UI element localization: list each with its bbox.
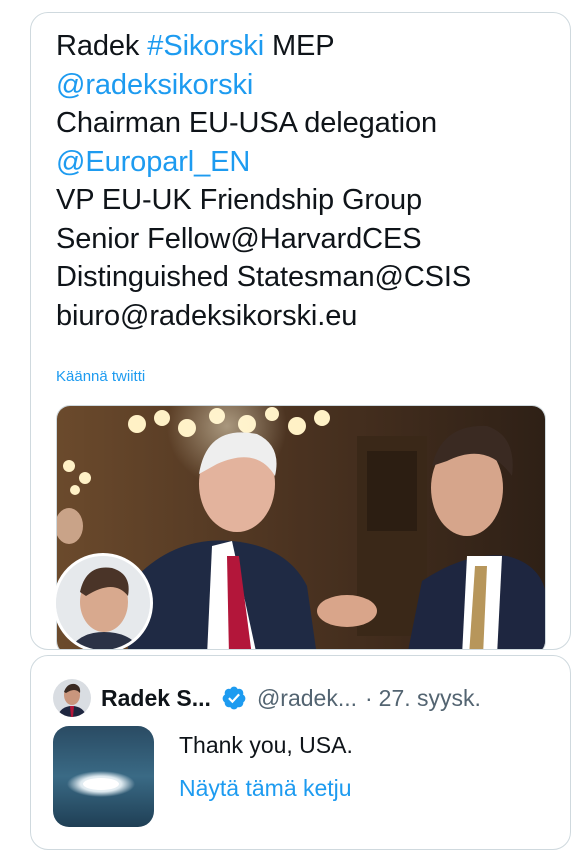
bio-statesman-line: Distinguished Statesman@CSIS xyxy=(56,261,472,293)
main-tweet-card[interactable]: Radek #Sikorski MEP @radeksikorski Chair… xyxy=(30,12,571,650)
quoted-author-name[interactable]: Radek S... xyxy=(101,685,211,712)
avatar-portrait-icon xyxy=(53,679,91,717)
handle-link[interactable]: @radeksikorski xyxy=(56,66,560,105)
quoted-avatar[interactable] xyxy=(53,679,91,717)
separator-dot: · xyxy=(365,684,373,711)
profile-avatar[interactable] xyxy=(53,553,153,649)
bio-email-line: biuro@radeksikorski.eu xyxy=(56,299,358,332)
bio-chairman-line: Chairman EU-USA delegation xyxy=(56,107,438,139)
bio-vp-line: VP EU-UK Friendship Group xyxy=(56,184,423,216)
quoted-tweet-text: Thank you, USA. xyxy=(179,732,353,758)
quoted-author-handle[interactable]: @radek... xyxy=(257,685,357,712)
avatar-portrait-icon xyxy=(56,556,150,649)
quoted-tweet-card[interactable]: Radek S... @radek... · 27. syysk. Thank … xyxy=(30,655,571,850)
translate-tweet-link[interactable]: Käännä twiitti xyxy=(56,368,145,385)
bio-fellow-line: Senior Fellow@HarvardCES xyxy=(56,222,422,255)
quoted-tweet-date[interactable]: 27. syysk. xyxy=(379,685,481,712)
hashtag-link[interactable]: #Sikorski xyxy=(147,30,264,62)
quoted-tweet-header: Radek S... @radek... · 27. syysk. xyxy=(53,678,560,718)
europarl-link[interactable]: @Europarl_EN xyxy=(56,143,560,182)
sea-surface-photo-icon xyxy=(53,726,154,827)
name-suffix: MEP xyxy=(264,30,335,62)
bio-name-line: Radek #Sikorski MEP xyxy=(56,27,560,66)
name-prefix: Radek xyxy=(56,30,148,62)
verified-badge-icon xyxy=(222,686,246,710)
quoted-tweet-thumbnail[interactable] xyxy=(53,726,154,827)
tweet-text: Radek #Sikorski MEP @radeksikorski Chair… xyxy=(56,27,560,335)
show-thread-link[interactable]: Näytä tämä ketju xyxy=(179,775,352,802)
